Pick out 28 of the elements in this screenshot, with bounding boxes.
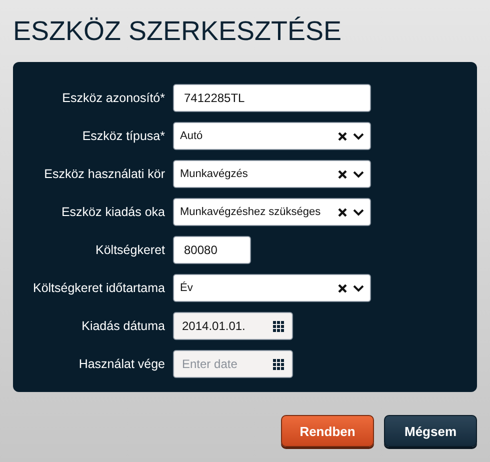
clear-icon[interactable] (338, 284, 347, 292)
date-field[interactable]: 2014.01.01. (173, 312, 293, 340)
chevron-down-icon[interactable] (353, 170, 364, 178)
cancel-button[interactable]: Mégsem (384, 415, 477, 447)
field-label: Eszköz kiadás oka (61, 205, 165, 219)
field-label: Eszköz azonosító* (62, 91, 165, 105)
input-field[interactable]: 7412285TL (173, 84, 371, 112)
field-label: Használat vége (78, 357, 165, 371)
field-label: Költségkeret időtartama (32, 281, 165, 295)
chevron-down-icon[interactable] (353, 132, 364, 140)
dropdown[interactable]: Munkavégzéshez szükséges (173, 198, 371, 226)
calendar-icon[interactable] (273, 320, 284, 332)
clear-icon[interactable] (338, 170, 347, 178)
page-title: ESZKÖZ SZERKESZTÉSE (13, 15, 343, 48)
field-label: Költségkeret (96, 243, 165, 257)
dropdown[interactable]: Autó (173, 122, 371, 150)
field-label: Eszköz használati kör (44, 167, 165, 181)
input-field[interactable]: 80080 (173, 236, 251, 264)
field-label: Eszköz típusa* (82, 129, 165, 143)
ok-button[interactable]: Rendben (281, 415, 374, 447)
clear-icon[interactable] (338, 132, 347, 140)
clear-icon[interactable] (338, 208, 347, 216)
chevron-down-icon[interactable] (353, 284, 364, 292)
calendar-icon[interactable] (273, 358, 284, 370)
field-label: Kiadás dátuma (82, 319, 165, 333)
dropdown[interactable]: Munkavégzés (173, 160, 371, 188)
chevron-down-icon[interactable] (353, 208, 364, 216)
dropdown[interactable]: Év (173, 274, 371, 302)
